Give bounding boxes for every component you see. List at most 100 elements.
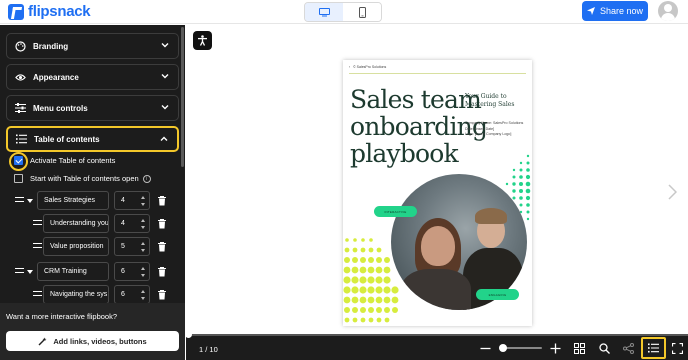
user-avatar[interactable] [658,1,678,21]
info-icon[interactable]: i [142,174,151,183]
zoom-slider-handle[interactable] [499,344,507,352]
viewer-toolbar [186,335,688,360]
desktop-view-button[interactable] [305,3,343,21]
monitor-icon [318,7,330,16]
plus-icon [550,343,560,353]
fullscreen-icon [671,342,683,354]
footer-prompt: Want a more interactive flipbook? [6,312,118,321]
toc-button-highlight [641,337,666,359]
trash-icon[interactable] [158,290,166,300]
share-icon [622,342,634,354]
subtitle-line: Mastering Sales [465,101,515,108]
toc-title-input[interactable]: Navigating the sys [43,285,109,304]
chevron-down-icon [161,74,169,79]
start-open-option[interactable]: Start with Table of contents open i [14,174,151,183]
send-icon [586,7,595,15]
start-open-label: Start with Table of contents open [30,174,139,183]
book-meta: Company Name: SalesPro Solutions Date: [… [465,121,523,138]
start-open-checkbox[interactable] [14,174,23,183]
device-toggle [304,2,382,22]
fullscreen-button[interactable] [670,341,684,355]
chevron-down-icon [161,43,169,48]
top-bar: flipsnack Share now [0,0,688,24]
section-appearance[interactable]: Appearance [6,64,179,90]
page-counter: 1 / 10 [199,345,218,354]
accessibility-icon [198,35,207,46]
toc-page-input[interactable]: 5 [114,237,150,256]
share-now-button[interactable]: Share now [582,1,648,21]
stepper-icon[interactable] [141,266,146,278]
photo-figure [463,248,523,310]
stepper-icon[interactable] [141,241,146,253]
engaging-badge: ENGAGING [476,289,519,300]
stepper-icon[interactable] [141,289,146,301]
drag-handle-icon[interactable] [33,291,42,296]
toc-title-input[interactable]: Value proposition [43,237,109,256]
stepper-icon[interactable] [141,195,146,207]
meta-line: Company Name: SalesPro Solutions [465,121,524,125]
zoom-in-button[interactable] [548,341,562,355]
share-button[interactable] [621,341,635,355]
photo-figure [421,226,455,266]
flipsnack-logo-icon [8,3,24,20]
add-interactions-label: Add links, videos, buttons [53,336,147,346]
toc-page-input[interactable]: 6 [114,285,150,304]
trash-icon[interactable] [158,242,166,252]
section-table-of-contents[interactable]: Table of contents [6,126,179,152]
logo[interactable]: flipsnack [8,3,91,20]
toc-page-value: 4 [121,197,125,204]
search-button[interactable] [597,341,611,355]
section-menu-controls[interactable]: Menu controls [6,95,179,121]
stepper-icon[interactable] [141,218,146,230]
toc-title-input[interactable]: CRM Training [37,262,109,281]
caret-down-icon[interactable] [27,199,33,203]
drag-handle-icon[interactable] [15,268,24,273]
drag-handle-icon[interactable] [15,197,24,202]
toc-page-input[interactable]: 4 [114,214,150,233]
accessibility-button[interactable] [193,31,212,50]
toc-page-input[interactable]: 6 [114,262,150,281]
section-branding[interactable]: Branding [6,33,179,59]
trash-icon[interactable] [158,267,166,277]
page-divider [349,73,526,74]
book-subtitle: Your Guide to Mastering Sales [465,93,514,109]
meta-line: Logo: [Insert Company Logo] [465,132,512,136]
trash-icon[interactable] [158,219,166,229]
toc-page-value: 6 [121,291,125,298]
palette-icon [15,40,26,52]
page-header-text: © SalesPro Solutions [353,65,387,69]
zoom-out-button[interactable] [478,341,492,355]
toc-title-input[interactable]: Understanding you [43,214,109,233]
activate-toc-label: Activate Table of contents [30,156,116,165]
minus-icon [480,347,490,349]
add-interactions-button[interactable]: Add links, videos, buttons [6,331,179,351]
activate-toc-option[interactable]: Activate Table of contents [14,156,115,165]
chevron-down-icon [161,105,169,110]
grid-icon [573,342,585,354]
page-progress-handle[interactable] [185,331,192,338]
mobile-view-button[interactable] [343,3,381,21]
drag-handle-icon[interactable] [33,220,42,225]
toc-page-value: 5 [121,243,125,250]
page-progress-track[interactable] [186,334,688,336]
subtitle-line: Your Guide to [465,93,507,100]
drag-handle-icon[interactable] [33,243,42,248]
toc-page-input[interactable]: 4 [114,191,150,210]
logo-text: flipsnack [28,3,91,20]
search-icon [598,342,610,354]
toc-title-input[interactable]: Sales Strategies [37,191,109,210]
chevron-up-icon [160,136,168,141]
magic-wand-icon [38,337,47,345]
section-label-branding: Branding [33,41,69,51]
caret-down-icon[interactable] [27,270,33,274]
next-page-arrow-icon[interactable] [668,184,677,200]
list-icon [16,134,27,145]
app-root: flipsnack Share now Branding Appearance [0,0,688,360]
thumbnails-button[interactable] [572,341,586,355]
sidebar-scrollbar[interactable] [181,27,184,167]
flipbook-page[interactable]: ‹ © SalesPro Solutions Sales team onboar… [343,60,532,326]
trash-icon[interactable] [158,196,166,206]
toc-page-value: 4 [121,220,125,227]
toc-page-value: 6 [121,268,125,275]
photo-figure [475,208,507,224]
